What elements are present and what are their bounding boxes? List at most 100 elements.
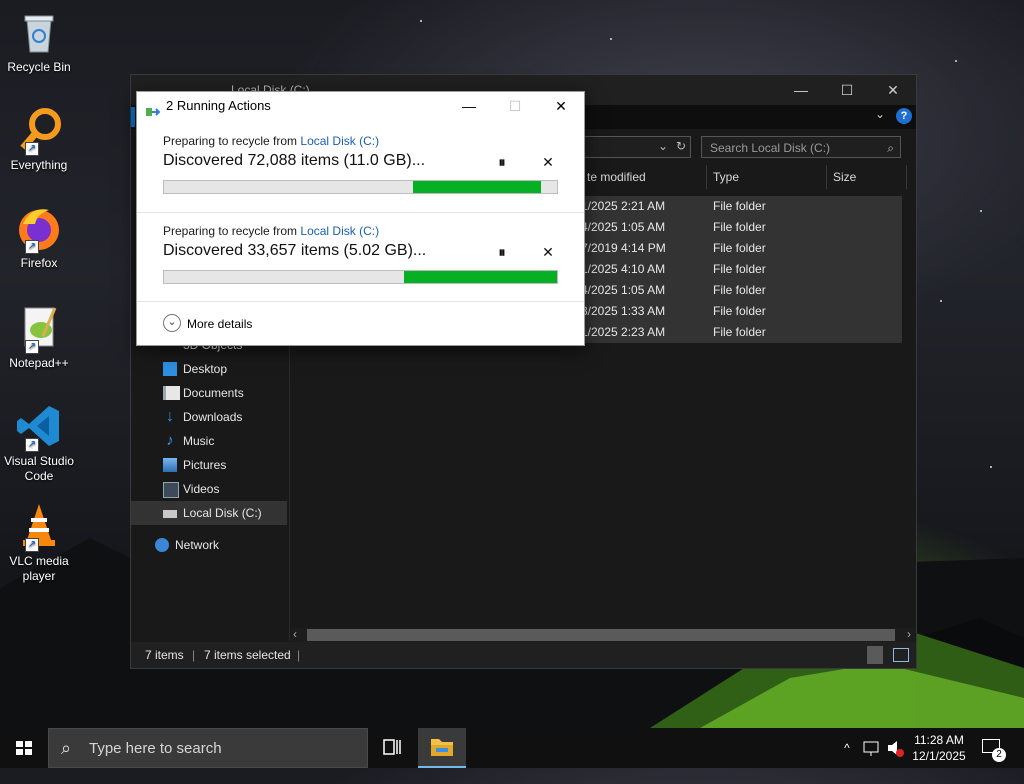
task-view-button[interactable] <box>368 728 416 768</box>
clock-date: 12/1/2025 <box>912 749 966 763</box>
star <box>940 300 942 302</box>
address-dropdown-icon[interactable]: ⌄ <box>658 139 668 153</box>
nav-item-videos[interactable]: Videos <box>131 477 287 501</box>
videos-icon <box>163 482 179 498</box>
clock[interactable]: 11:28 AM 12/1/2025 <box>906 728 972 772</box>
vlc-icon: ↗ <box>15 502 63 552</box>
nav-item-documents[interactable]: Documents <box>131 381 287 405</box>
desktop-icon-everything[interactable]: ↗ Everything <box>2 106 76 173</box>
nav-label: Desktop <box>183 362 228 376</box>
file-row[interactable]: 4/2025 1:05 AM File folder <box>581 217 902 238</box>
cancel-button[interactable]: ✕ <box>538 244 558 264</box>
desktop-icon-vscode[interactable]: ↗ Visual Studio Code <box>2 402 76 484</box>
volume-muted-icon[interactable] <box>884 728 906 768</box>
desktop-icon-notepadpp[interactable]: ↗ Notepad++ <box>2 304 76 371</box>
shortcut-arrow-icon: ↗ <box>25 340 39 354</box>
large-icons-view-icon[interactable] <box>893 648 909 662</box>
desktop-icon-recycle-bin[interactable]: Recycle Bin <box>2 8 76 75</box>
scrollbar-thumb[interactable] <box>307 629 895 641</box>
horizontal-scrollbar[interactable]: ‹ › <box>291 627 915 642</box>
file-type: File folder <box>713 283 766 297</box>
nav-label: Local Disk (C:) <box>183 506 262 520</box>
file-date: 4/2025 1:05 AM <box>581 283 666 297</box>
column-header-type[interactable]: Type <box>707 165 827 189</box>
operation-item: Preparing to recycle from Local Disk (C:… <box>137 134 584 222</box>
shortcut-arrow-icon: ↗ <box>25 142 39 156</box>
show-hidden-icons-chevron-icon[interactable]: ^ <box>836 728 858 768</box>
minimize-button[interactable]: — <box>778 75 824 105</box>
documents-icon <box>163 386 180 400</box>
running-actions-dialog: 2 Running Actions — ☐ ✕ Preparing to rec… <box>136 91 585 346</box>
file-date: 4/2025 1:05 AM <box>581 220 666 234</box>
more-details-label: More details <box>187 317 253 331</box>
network-status-icon[interactable] <box>860 728 882 768</box>
maximize-button[interactable]: ☐ <box>824 75 870 105</box>
nav-item-downloads[interactable]: ↓ Downloads <box>131 405 287 429</box>
close-button[interactable]: ✕ <box>870 75 916 105</box>
column-header-date-modified[interactable]: te modified <box>581 165 707 189</box>
star <box>955 60 957 62</box>
everything-icon: ↗ <box>15 106 63 156</box>
nav-item-desktop[interactable]: Desktop <box>131 357 287 381</box>
nav-item-music[interactable]: ♪ Music <box>131 429 287 453</box>
help-icon[interactable]: ? <box>896 108 912 124</box>
progress-bar <box>163 180 558 194</box>
pause-button[interactable]: ⏸ <box>492 154 512 174</box>
refresh-icon[interactable]: ↻ <box>676 139 686 153</box>
desktop-icon-label: VLC media player <box>9 554 69 583</box>
action-center-button[interactable]: 2 <box>976 728 1012 768</box>
search-icon: ⌕ <box>887 141 894 155</box>
file-date: 1/2025 4:10 AM <box>581 262 666 276</box>
scroll-right-icon[interactable]: › <box>907 627 911 641</box>
search-input[interactable]: Search Local Disk (C:) ⌕ <box>701 136 901 158</box>
file-type: File folder <box>713 262 766 276</box>
taskbar-file-explorer-button[interactable] <box>418 728 466 768</box>
music-note-icon: ♪ <box>166 432 174 449</box>
vscode-icon: ↗ <box>15 402 63 452</box>
file-date: 1/2025 2:23 AM <box>581 325 666 339</box>
details-view-icon[interactable] <box>867 646 883 664</box>
pause-button[interactable]: ⏸ <box>492 244 512 264</box>
status-separator: | <box>297 648 301 662</box>
taskbar-search-box[interactable]: ⌕ Type here to search <box>48 728 368 768</box>
column-header-size[interactable]: Size <box>827 165 907 189</box>
nav-label: Downloads <box>183 410 243 424</box>
scroll-left-icon[interactable]: ‹ <box>293 627 297 641</box>
taskbar-search-placeholder: Type here to search <box>89 740 222 757</box>
operation-prefix: Preparing to recycle from <box>163 134 301 148</box>
star <box>610 38 612 40</box>
desktop-icon-firefox[interactable]: ↗ Firefox <box>2 204 76 271</box>
nav-item-network[interactable]: Network <box>131 533 287 557</box>
file-row[interactable]: 1/2025 4:10 AM File folder <box>581 259 902 280</box>
file-row[interactable]: 7/2019 4:14 PM File folder <box>581 238 902 259</box>
desktop-icon-vlc[interactable]: ↗ VLC media player <box>2 502 76 584</box>
cancel-button[interactable]: ✕ <box>538 154 558 174</box>
nav-label: Documents <box>183 386 244 400</box>
file-type: File folder <box>713 325 766 339</box>
dialog-title-bar[interactable]: 2 Running Actions — ☐ ✕ <box>137 92 584 122</box>
drive-icon <box>163 510 177 518</box>
desktop-icon-label: Visual Studio Code <box>4 454 74 483</box>
operation-source-link[interactable]: Local Disk (C:) <box>300 224 379 238</box>
nav-item-pictures[interactable]: Pictures <box>131 453 287 477</box>
file-row[interactable]: 1/2025 2:21 AM File folder <box>581 196 902 217</box>
taskbar: ⌕ Type here to search ^ 11:28 AM 12/1/20… <box>0 728 1024 768</box>
folder-icon <box>431 739 453 756</box>
address-bar[interactable]: ⌄ ↻ <box>581 136 691 158</box>
file-type: File folder <box>713 220 766 234</box>
nav-item-local-disk[interactable]: Local Disk (C:) <box>131 501 287 525</box>
operation-status: Discovered 33,657 items (5.02 GB)... <box>163 242 427 259</box>
ribbon-expand-icon[interactable]: ⌄ <box>875 107 885 121</box>
file-row[interactable]: 3/2025 1:33 AM File folder <box>581 301 902 322</box>
start-button[interactable] <box>0 728 48 768</box>
operation-description: Preparing to recycle from Local Disk (C:… <box>163 224 379 238</box>
close-button[interactable]: ✕ <box>538 92 584 122</box>
status-separator: | <box>192 648 196 662</box>
file-row[interactable]: 1/2025 2:23 AM File folder <box>581 322 902 343</box>
operation-source-link[interactable]: Local Disk (C:) <box>300 134 379 148</box>
dialog-footer-separator <box>137 301 584 302</box>
file-row[interactable]: 4/2025 1:05 AM File folder <box>581 280 902 301</box>
minimize-button[interactable]: — <box>446 92 492 122</box>
maximize-button: ☐ <box>508 98 522 114</box>
star <box>980 210 982 212</box>
